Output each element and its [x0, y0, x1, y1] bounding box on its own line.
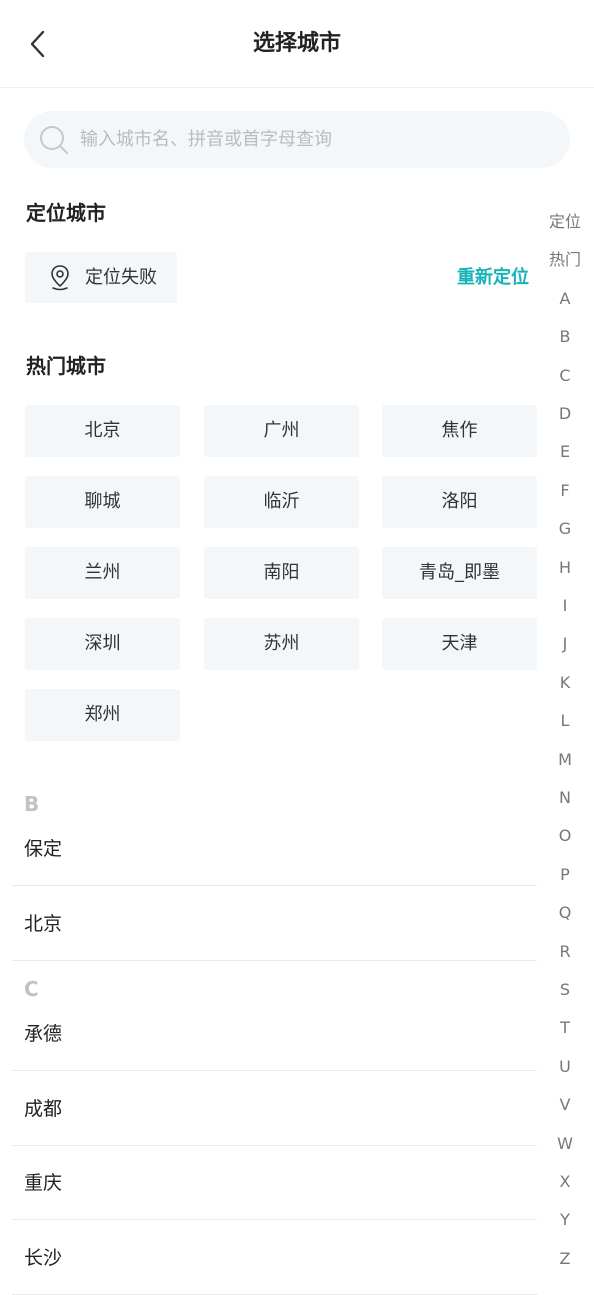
index-item[interactable]: F	[545, 479, 585, 503]
index-item[interactable]: M	[545, 748, 585, 772]
index-item[interactable]: Y	[545, 1208, 585, 1232]
city-name: 保定	[24, 838, 63, 860]
index-item[interactable]: U	[545, 1055, 585, 1079]
index-item[interactable]: D	[545, 402, 585, 426]
index-item[interactable]: V	[545, 1093, 585, 1117]
index-item[interactable]: 定位	[545, 210, 585, 234]
city-name: 北京	[24, 912, 63, 935]
index-item[interactable]: I	[545, 594, 585, 618]
hot-city-chip[interactable]: 聊城	[25, 476, 180, 528]
index-item[interactable]: S	[545, 978, 585, 1002]
city-list-item[interactable]: 北京	[12, 887, 537, 961]
index-item[interactable]: B	[545, 325, 585, 349]
hot-city-chip[interactable]: 青岛_即墨	[382, 547, 537, 599]
index-item[interactable]: P	[545, 863, 585, 887]
index-item[interactable]: 热门	[545, 248, 585, 272]
search-input[interactable]	[80, 111, 550, 168]
index-item[interactable]: X	[545, 1170, 585, 1194]
hot-city-chip[interactable]: 北京	[25, 405, 180, 457]
index-item[interactable]: J	[545, 632, 585, 656]
city-list-item[interactable]: 保定	[12, 812, 537, 886]
search-icon	[40, 126, 68, 154]
city-list-item[interactable]: 长沙	[12, 1221, 537, 1295]
hot-city-chip[interactable]: 天津	[382, 618, 537, 670]
index-item[interactable]: N	[545, 786, 585, 810]
index-item[interactable]: Q	[545, 901, 585, 925]
row-divider	[12, 1293, 537, 1295]
index-item[interactable]: L	[545, 709, 585, 733]
hot-city-chip[interactable]: 南阳	[204, 547, 359, 599]
hot-city-chip[interactable]: 兰州	[25, 547, 180, 599]
location-status-label: 定位失败	[85, 267, 157, 288]
hot-section-title: 热门城市	[26, 354, 106, 378]
city-list-item[interactable]: 承德	[12, 997, 537, 1071]
index-item[interactable]: K	[545, 671, 585, 695]
hot-city-chip[interactable]: 洛阳	[382, 476, 537, 528]
index-item[interactable]: E	[545, 440, 585, 464]
hot-city-chip[interactable]: 深圳	[25, 618, 180, 670]
city-name: 承德	[24, 1023, 63, 1045]
index-item[interactable]: O	[545, 824, 585, 848]
hot-city-chip[interactable]: 广州	[204, 405, 359, 457]
row-divider	[12, 959, 537, 961]
city-name: 重庆	[24, 1172, 63, 1194]
index-item[interactable]: R	[545, 940, 585, 964]
hot-city-chip[interactable]: 苏州	[204, 618, 359, 670]
location-section-title: 定位城市	[26, 201, 106, 225]
search-bar	[24, 111, 570, 168]
location-status-chip[interactable]: 定位失败	[25, 252, 177, 303]
index-item[interactable]: H	[545, 556, 585, 580]
city-name: 长沙	[24, 1246, 63, 1269]
index-item[interactable]: C	[545, 364, 585, 388]
city-list-item[interactable]: 成都	[12, 1072, 537, 1146]
hot-city-chip[interactable]: 郑州	[25, 689, 180, 741]
city-name: 成都	[24, 1097, 63, 1120]
hot-city-chip[interactable]: 焦作	[382, 405, 537, 457]
index-item[interactable]: G	[545, 517, 585, 541]
relocate-button[interactable]: 重新定位	[457, 264, 529, 292]
index-item[interactable]: A	[545, 287, 585, 311]
page-title: 选择城市	[252, 31, 341, 56]
location-pin-icon	[51, 265, 69, 291]
city-list-item[interactable]: 重庆	[12, 1146, 537, 1220]
nav-header: 选择城市	[0, 0, 594, 88]
index-item[interactable]: T	[545, 1016, 585, 1040]
index-item[interactable]: W	[545, 1132, 585, 1156]
hot-city-chip[interactable]: 临沂	[204, 476, 359, 528]
index-item[interactable]: Z	[545, 1247, 585, 1271]
